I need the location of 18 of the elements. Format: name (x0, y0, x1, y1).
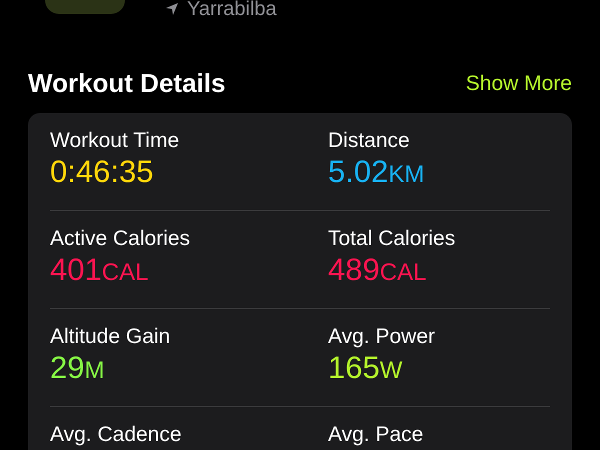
metric-value: 0:46:35 (50, 154, 154, 190)
metric-label: Workout Time (50, 128, 180, 154)
metric-label: Avg. Cadence (50, 422, 182, 448)
metric-label: Active Calories (50, 226, 190, 252)
metric-value: 5.02KM (328, 154, 424, 191)
section-title: Workout Details (28, 68, 226, 99)
metric-label: Avg. Pace (328, 422, 424, 448)
metric-value: 29M (50, 350, 104, 387)
metric-label: Total Calories (328, 226, 456, 252)
location-arrow-icon (165, 2, 179, 16)
show-more-link[interactable]: Show More (466, 72, 572, 96)
metric-label: Distance (328, 128, 410, 154)
metric-value: 489CAL (328, 252, 426, 289)
metric-label: Altitude Gain (50, 324, 170, 350)
metric-value: 165W (328, 350, 402, 387)
metric-value: 401CAL (50, 252, 148, 289)
metric-label: Avg. Power (328, 324, 435, 350)
location-name: Yarrabilba (187, 0, 277, 20)
